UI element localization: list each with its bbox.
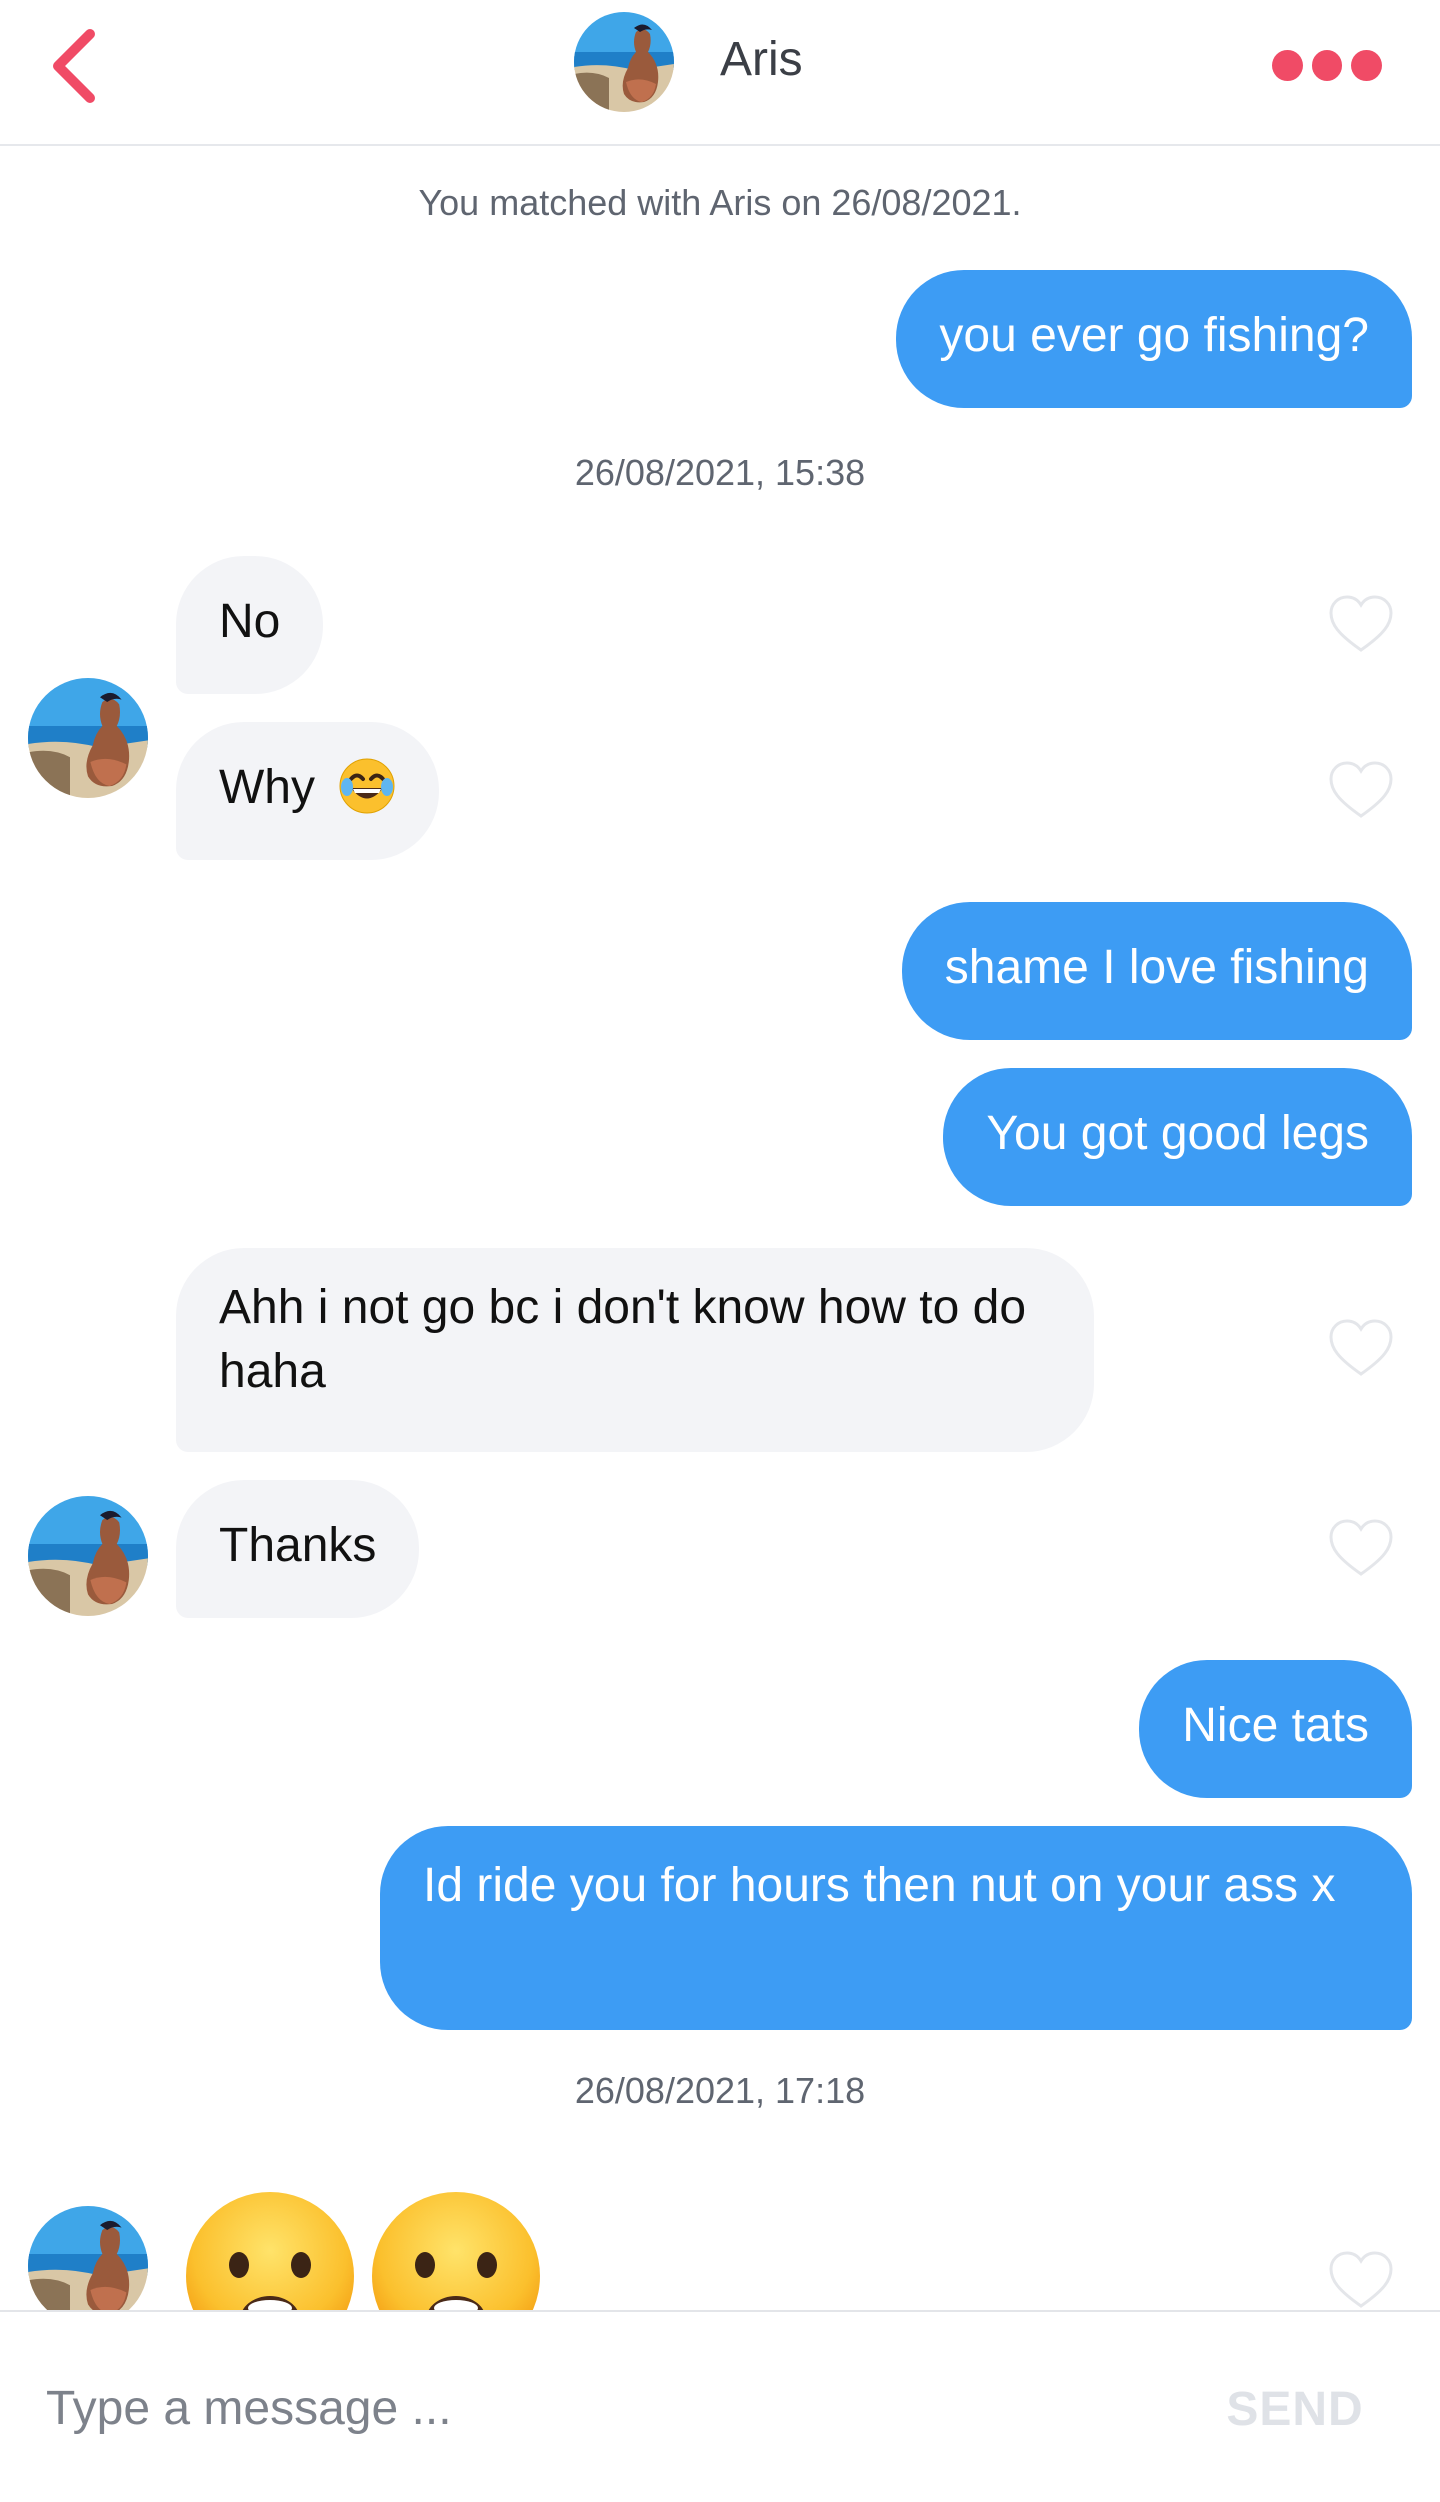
tears-of-joy-emoji-icon [339, 758, 395, 814]
incoming-message[interactable]: No [176, 556, 324, 694]
more-dots-icon [1272, 50, 1303, 81]
outgoing-message[interactable]: Nice tats [1139, 1660, 1412, 1798]
message-input[interactable] [44, 2362, 1148, 2454]
match-name[interactable]: Aris [720, 28, 803, 92]
timestamp: 26/08/2021, 17:18 [574, 2070, 866, 2111]
sender-avatar[interactable] [28, 1496, 148, 1616]
heart-icon[interactable] [1328, 1318, 1394, 1378]
more-options-button[interactable] [1272, 50, 1383, 82]
chevron-left-icon [53, 29, 95, 103]
message-composer: SEND [0, 2310, 1440, 2502]
incoming-message[interactable]: Ahh i not go bc i don't know how to do h… [176, 1248, 1094, 1452]
heart-icon[interactable] [1328, 594, 1394, 654]
heart-icon[interactable] [1328, 1518, 1394, 1578]
outgoing-message[interactable]: you ever go fishing? [896, 270, 1412, 408]
matched-notice: You matched with Aris on 26/08/2021. [418, 182, 1022, 223]
chat-header: Aris [0, 0, 1440, 146]
outgoing-message[interactable]: Id ride you for hours then nut on your a… [380, 1826, 1412, 2030]
conversation-scroll-area[interactable]: Aris You matched with Aris on 26/08/2021… [0, 0, 1440, 2310]
send-button[interactable]: SEND [1210, 2378, 1380, 2442]
incoming-message[interactable]: Why [176, 722, 440, 860]
open-mouth-emoji-icon[interactable] [184, 2190, 356, 2310]
outgoing-message[interactable]: You got good legs [943, 1068, 1412, 1206]
incoming-message[interactable]: Thanks [176, 1480, 420, 1618]
match-avatar[interactable] [574, 12, 674, 112]
back-button[interactable] [46, 26, 106, 106]
open-mouth-emoji-icon[interactable] [370, 2190, 542, 2310]
outgoing-message[interactable]: shame I love fishing [901, 902, 1412, 1040]
heart-icon[interactable] [1328, 2250, 1394, 2310]
timestamp: 26/08/2021, 15:38 [574, 452, 866, 493]
heart-icon[interactable] [1328, 760, 1394, 820]
sender-avatar[interactable] [28, 2206, 148, 2310]
sender-avatar[interactable] [28, 678, 148, 798]
